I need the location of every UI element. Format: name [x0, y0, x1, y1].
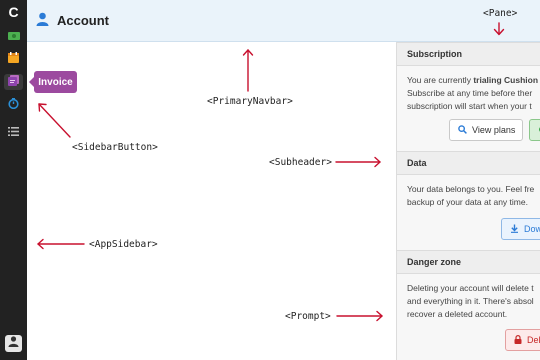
sidebar-button-timer[interactable] [4, 97, 23, 113]
settings-pane: Subscription You are currently trialing … [396, 42, 540, 360]
invoice-icon [8, 73, 19, 91]
subscription-text: You are currently trialing Cushion Subsc… [397, 74, 540, 113]
danger-text: Deleting your account will delete t and … [397, 282, 540, 321]
danger-line: Deleting your account will delete t [407, 283, 534, 293]
avatar[interactable] [5, 335, 22, 352]
subscription-line: You are currently [407, 75, 474, 85]
annotation-primary-navbar: <PrimaryNavbar> [207, 96, 293, 107]
subheader-danger-zone: Danger zone [397, 250, 540, 274]
delete-label: Dele [527, 335, 540, 345]
page-title: Account [57, 13, 109, 28]
sidebar-tooltip: Invoice [29, 71, 77, 93]
arrow-sidebar-button [38, 103, 71, 138]
user-icon [8, 335, 19, 352]
view-plans-label: View plans [472, 125, 516, 135]
primary-navbar: Account [27, 0, 540, 42]
danger-line: and everything in it. There's absol [407, 296, 534, 306]
app-logo[interactable]: C [0, 0, 27, 24]
data-line: backup of your data at any time. [407, 197, 528, 207]
timer-icon [8, 96, 19, 114]
subscription-line: subscription will start when your t [407, 101, 532, 111]
arrow-app-sidebar [37, 238, 85, 250]
data-text: Your data belongs to you. Feel fre backu… [397, 183, 540, 209]
sidebar-button-list[interactable] [4, 124, 23, 140]
arrow-primary-navbar [242, 49, 254, 92]
list-icon [8, 123, 19, 141]
annotation-pane: <Pane> [483, 8, 518, 19]
sidebar-button-money[interactable] [4, 29, 23, 45]
app-sidebar: C [0, 0, 27, 360]
lock-icon [514, 334, 522, 346]
arrow-subheader [335, 156, 381, 168]
sidebar-button-invoice[interactable] [4, 74, 23, 90]
data-line: Your data belongs to you. Feel fre [407, 184, 535, 194]
danger-line: recover a deleted account. [407, 309, 508, 319]
annotation-app-sidebar: <AppSidebar> [89, 239, 158, 250]
calendar-icon [8, 50, 19, 68]
view-plans-button[interactable]: View plans [449, 119, 523, 141]
money-icon [7, 28, 20, 46]
annotation-sidebar-button: <SidebarButton> [72, 142, 158, 153]
subheader-subscription: Subscription [397, 42, 540, 66]
search-icon [458, 124, 467, 136]
download-label: Dow [524, 224, 540, 234]
subheader-data: Data [397, 151, 540, 175]
annotation-subheader: <Subheader> [269, 157, 332, 168]
user-icon [36, 12, 49, 31]
annotation-prompt: <Prompt> [285, 311, 331, 322]
download-icon [510, 224, 519, 235]
subscription-line: Subscribe at any time before ther [407, 88, 533, 98]
delete-account-button[interactable]: Dele [505, 329, 540, 351]
subscription-plan: trialing Cushion [473, 75, 539, 85]
download-button[interactable]: Dow [501, 218, 540, 240]
sidebar-button-calendar[interactable] [4, 51, 23, 67]
arrow-prompt [336, 310, 383, 322]
subscribe-button[interactable] [529, 119, 540, 141]
